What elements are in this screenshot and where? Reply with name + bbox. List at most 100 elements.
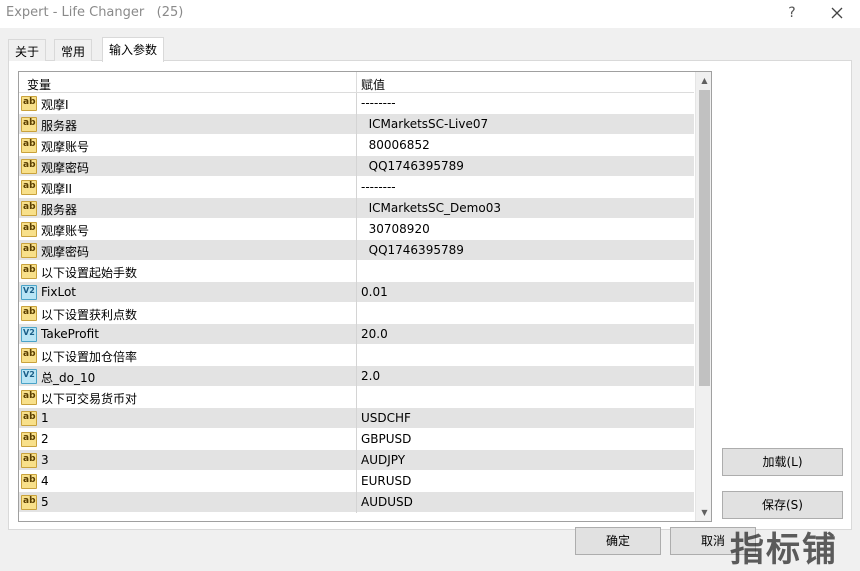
parameter-value[interactable]: GBPUSD bbox=[361, 432, 411, 446]
load-button[interactable]: 加载(L) bbox=[722, 448, 843, 476]
column-divider bbox=[356, 114, 357, 135]
column-divider[interactable] bbox=[356, 72, 357, 93]
title-bar: Expert - Life Changer (25) ? bbox=[0, 0, 860, 28]
parameter-name: 总_do_10 bbox=[41, 371, 96, 385]
string-type-icon: ab bbox=[21, 495, 37, 510]
string-type-icon: ab bbox=[21, 348, 37, 363]
column-divider bbox=[356, 198, 357, 219]
number-type-icon: V2 bbox=[21, 369, 37, 384]
parameter-value[interactable]: AUDUSD bbox=[361, 495, 413, 509]
table-row[interactable]: ab 2 GBPUSD bbox=[19, 429, 694, 450]
parameter-name: 观摩密码 bbox=[41, 245, 90, 259]
table-row[interactable]: ab 5 AUDUSD bbox=[19, 492, 694, 513]
string-type-icon: ab bbox=[21, 432, 37, 447]
parameter-value[interactable]: -------- bbox=[361, 96, 396, 110]
parameters-grid: 变量 赋值 ab 观摩I -------- ab 服务器 ICMarketsSC-Liv… bbox=[18, 71, 712, 522]
parameter-value[interactable]: USDCHF bbox=[361, 411, 411, 425]
parameter-value[interactable]: EURUSD bbox=[361, 474, 411, 488]
column-divider bbox=[356, 261, 357, 282]
scrollbar-thumb[interactable] bbox=[699, 90, 710, 386]
column-divider bbox=[356, 471, 357, 492]
string-type-icon: ab bbox=[21, 96, 37, 111]
column-divider bbox=[356, 303, 357, 324]
vertical-scrollbar[interactable]: ▲ ▼ bbox=[695, 72, 711, 521]
column-divider bbox=[356, 282, 357, 303]
parameter-value[interactable]: -------- bbox=[361, 180, 396, 194]
scroll-up-icon[interactable]: ▲ bbox=[696, 72, 711, 89]
column-header-value[interactable]: 赋值 bbox=[361, 76, 385, 93]
tab-common[interactable]: 常用 bbox=[54, 39, 93, 61]
string-type-icon: ab bbox=[21, 201, 37, 216]
parameter-name: 观摩账号 bbox=[41, 224, 90, 238]
table-row[interactable]: ab 以下可交易货币对 bbox=[19, 387, 694, 408]
column-divider bbox=[356, 345, 357, 366]
column-divider bbox=[356, 135, 357, 156]
parameter-name: 3 bbox=[41, 453, 49, 467]
string-type-icon: ab bbox=[21, 264, 37, 279]
column-divider bbox=[356, 429, 357, 450]
parameter-name: 观摩密码 bbox=[41, 161, 90, 175]
string-type-icon: ab bbox=[21, 159, 37, 174]
parameter-value[interactable]: 80006852 bbox=[361, 138, 430, 152]
save-button[interactable]: 保存(S) bbox=[722, 491, 843, 519]
table-row[interactable]: ab 观摩密码 QQ1746395789 bbox=[19, 156, 694, 177]
number-type-icon: V2 bbox=[21, 285, 37, 300]
parameter-name: 以下设置加仓倍率 bbox=[41, 350, 138, 364]
parameter-name: 以下设置获利点数 bbox=[41, 308, 138, 322]
table-row[interactable]: ab 以下设置加仓倍率 bbox=[19, 345, 694, 366]
string-type-icon: ab bbox=[21, 306, 37, 321]
parameter-value[interactable]: 20.0 bbox=[361, 327, 388, 341]
window-title: Expert - Life Changer (25) bbox=[6, 5, 184, 20]
table-row[interactable]: V2 总_do_10 2.0 bbox=[19, 366, 694, 387]
column-header-variable[interactable]: 变量 bbox=[27, 76, 51, 93]
parameter-value[interactable]: ICMarketsSC_Demo03 bbox=[361, 201, 501, 215]
table-row[interactable]: ab 观摩II -------- bbox=[19, 177, 694, 198]
parameter-name: 以下设置起始手数 bbox=[41, 266, 138, 280]
ok-button[interactable]: 确定 bbox=[575, 527, 661, 555]
table-row[interactable]: ab 以下设置起始手数 bbox=[19, 261, 694, 282]
parameter-name: 2 bbox=[41, 432, 49, 446]
column-divider bbox=[356, 177, 357, 198]
parameter-value[interactable]: AUDJPY bbox=[361, 453, 405, 467]
scroll-down-icon[interactable]: ▼ bbox=[696, 504, 711, 521]
table-row[interactable]: ab 观摩账号 30708920 bbox=[19, 219, 694, 240]
string-type-icon: ab bbox=[21, 453, 37, 468]
table-row[interactable]: ab 观摩账号 80006852 bbox=[19, 135, 694, 156]
table-row[interactable]: ab 4 EURUSD bbox=[19, 471, 694, 492]
column-divider bbox=[356, 324, 357, 345]
string-type-icon: ab bbox=[21, 411, 37, 426]
column-divider bbox=[356, 408, 357, 429]
grid-rows: ab 观摩I -------- ab 服务器 ICMarketsSC-Live07 ab 观… bbox=[19, 93, 694, 513]
string-type-icon: ab bbox=[21, 138, 37, 153]
tab-about[interactable]: 关于 bbox=[8, 39, 47, 61]
column-divider bbox=[356, 492, 357, 513]
parameter-value[interactable]: 30708920 bbox=[361, 222, 430, 236]
parameter-value[interactable]: QQ1746395789 bbox=[361, 243, 464, 257]
column-divider bbox=[356, 366, 357, 387]
column-divider bbox=[356, 93, 357, 114]
string-type-icon: ab bbox=[21, 243, 37, 258]
parameter-value[interactable]: ICMarketsSC-Live07 bbox=[361, 117, 489, 131]
parameter-value[interactable]: 2.0 bbox=[361, 369, 380, 383]
parameter-value[interactable]: QQ1746395789 bbox=[361, 159, 464, 173]
table-row[interactable]: ab 3 AUDJPY bbox=[19, 450, 694, 471]
parameter-name: 1 bbox=[41, 411, 49, 425]
close-icon[interactable] bbox=[826, 2, 848, 24]
grid-header: 变量 赋值 bbox=[19, 72, 694, 93]
column-divider bbox=[356, 450, 357, 471]
table-row[interactable]: ab 服务器 ICMarketsSC_Demo03 bbox=[19, 198, 694, 219]
help-button[interactable]: ? bbox=[781, 2, 803, 24]
table-row[interactable]: V2 FixLot 0.01 bbox=[19, 282, 694, 303]
parameter-value[interactable]: 0.01 bbox=[361, 285, 388, 299]
number-type-icon: V2 bbox=[21, 327, 37, 342]
table-row[interactable]: ab 服务器 ICMarketsSC-Live07 bbox=[19, 114, 694, 135]
table-row[interactable]: ab 以下设置获利点数 bbox=[19, 303, 694, 324]
table-row[interactable]: V2 TakeProfit 20.0 bbox=[19, 324, 694, 345]
table-row[interactable]: ab 观摩I -------- bbox=[19, 93, 694, 114]
table-row[interactable]: ab 观摩密码 QQ1746395789 bbox=[19, 240, 694, 261]
column-divider bbox=[356, 156, 357, 177]
string-type-icon: ab bbox=[21, 390, 37, 405]
tab-inputs[interactable]: 输入参数 bbox=[102, 37, 165, 62]
table-row[interactable]: ab 1 USDCHF bbox=[19, 408, 694, 429]
parameter-name: 服务器 bbox=[41, 119, 78, 133]
